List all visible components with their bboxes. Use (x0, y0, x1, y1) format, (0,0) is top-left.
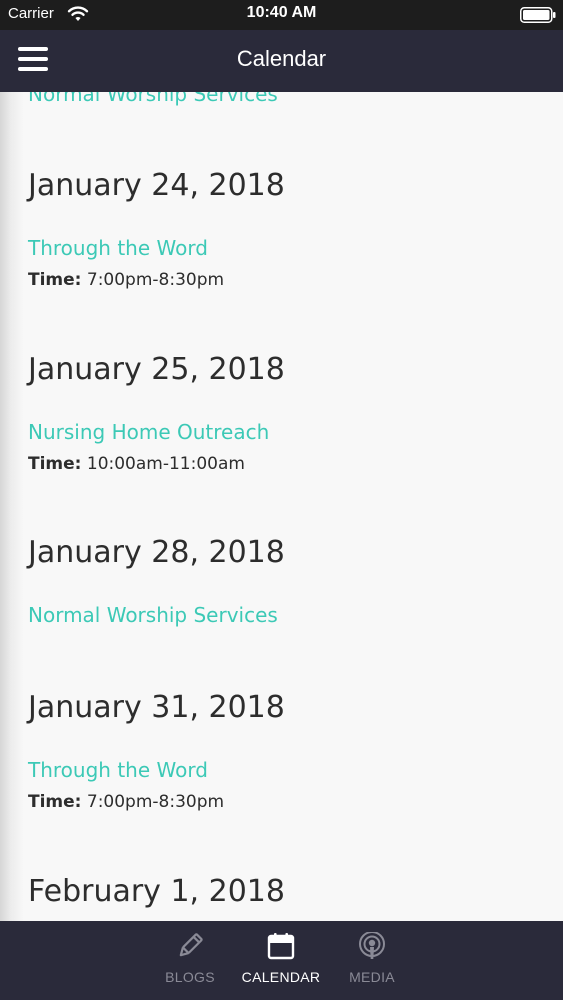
tab-media[interactable]: MEDIA (322, 921, 422, 1000)
event-time: Time: 10:00am-11:00am (28, 454, 245, 474)
date-heading: January 31, 2018 (28, 690, 285, 725)
date-heading: January 25, 2018 (28, 352, 285, 387)
event-title-link[interactable]: Normal Worship Services (28, 92, 278, 106)
date-heading: January 24, 2018 (28, 168, 285, 203)
event-time-label: Time: (28, 792, 82, 812)
event-time-value: 7:00pm-8:30pm (86, 792, 225, 812)
calendar-list[interactable]: Normal Worship Services January 24, 2018… (0, 92, 563, 921)
status-time: 10:40 AM (246, 4, 317, 21)
event-time: Time: 7:00pm-8:30pm (28, 792, 224, 812)
battery-icon (520, 7, 556, 23)
event-title-link[interactable]: Normal Worship Services (28, 603, 278, 627)
status-bar: Carrier 10:40 AM (0, 0, 563, 30)
tab-blogs[interactable]: BLOGS (140, 921, 240, 1000)
tab-bar: BLOGS CALENDAR MEDIA (0, 921, 563, 1000)
tab-label: CALENDAR (241, 969, 321, 985)
tab-calendar[interactable]: CALENDAR (231, 921, 331, 1000)
date-heading: February 1, 2018 (28, 874, 285, 909)
page-title: Calendar (236, 46, 327, 71)
event-title-link[interactable]: Nursing Home Outreach (28, 420, 269, 444)
event-time: Time: 7:00pm-8:30pm (28, 270, 224, 290)
event-title-link[interactable]: Through the Word (28, 758, 208, 782)
calendar-icon (267, 933, 295, 960)
tab-label: BLOGS (165, 969, 215, 985)
event-time-value: 7:00pm-8:30pm (86, 270, 225, 290)
date-heading: January 28, 2018 (28, 535, 285, 570)
drawer-shadow (0, 92, 24, 921)
podcast-icon (359, 932, 385, 959)
event-time-label: Time: (28, 270, 82, 290)
event-title-link[interactable]: Through the Word (28, 236, 208, 260)
event-time-label: Time: (28, 454, 82, 474)
navigation-bar: Calendar (0, 30, 563, 92)
event-time-value: 10:00am-11:00am (86, 454, 245, 474)
pencil-icon (179, 933, 203, 957)
tab-label: MEDIA (349, 969, 395, 985)
